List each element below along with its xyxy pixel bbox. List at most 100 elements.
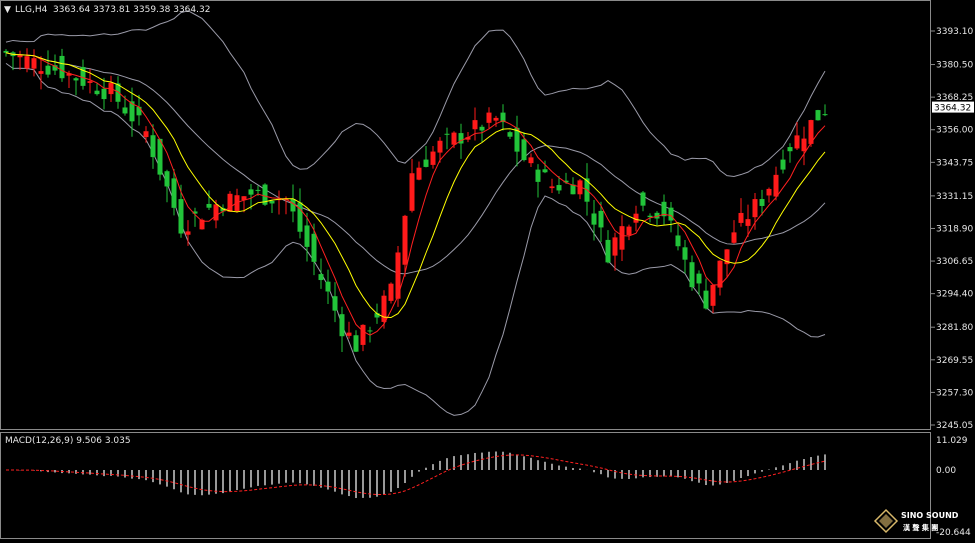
candle-body — [59, 55, 65, 79]
candle-body — [388, 283, 394, 301]
candle-body — [619, 226, 625, 250]
candle-body — [780, 159, 786, 170]
price-tick-label: 3269.55 — [936, 356, 973, 366]
candle-body — [794, 135, 800, 149]
watermark-cjk: 漢 聲 集 團 — [903, 523, 938, 532]
candle-body — [710, 284, 716, 306]
candle-body — [311, 233, 317, 262]
candle-body — [668, 207, 674, 221]
candles[interactable] — [3, 48, 828, 353]
candle-body — [157, 138, 163, 175]
candle-body — [38, 71, 44, 74]
price-axis: 3393.103380.503368.253356.003343.753331.… — [931, 27, 973, 431]
candle-body — [437, 140, 443, 153]
candle-body — [353, 335, 359, 352]
candle-body — [766, 188, 772, 196]
price-tick-label: 3245.05 — [936, 421, 973, 431]
collapse-arrow-icon[interactable]: ▼ — [4, 5, 11, 15]
candle-body — [591, 213, 597, 225]
candle-body — [94, 90, 100, 95]
candle-body — [479, 126, 485, 131]
candle-body — [815, 110, 821, 121]
candle-body — [626, 226, 632, 235]
price-tick-label: 3393.10 — [936, 27, 973, 37]
price-tick-label: 3318.90 — [936, 224, 973, 234]
macd-header: MACD(12,26,9) 9.506 3.035 — [5, 436, 131, 446]
candle-body — [801, 138, 807, 152]
symbol-timeframe: LLG,H4 — [15, 5, 48, 15]
candle-body — [164, 171, 170, 187]
candle-body — [381, 295, 387, 322]
candle-body — [122, 107, 128, 114]
candle-body — [444, 133, 450, 135]
macd-signal — [5, 454, 826, 496]
price-tick-label: 3257.30 — [936, 388, 973, 398]
candle-body — [521, 139, 527, 161]
candle-body — [150, 135, 156, 158]
ma-fast-line — [5, 52, 826, 336]
candle-body — [255, 189, 261, 191]
candle-body — [731, 232, 737, 243]
bollinger-lower — [5, 62, 826, 416]
candle-body — [318, 274, 324, 281]
candle-body — [507, 132, 513, 137]
candle-body — [528, 157, 534, 164]
macd-signal-line — [5, 454, 826, 496]
bollinger-upper — [5, 10, 826, 177]
price-tick-label: 3306.65 — [936, 257, 973, 267]
candle-body — [745, 219, 751, 226]
candle-body — [689, 262, 695, 288]
moving-averages — [5, 52, 826, 336]
price-tick-label: 3294.40 — [936, 290, 973, 300]
candle-body — [269, 200, 275, 204]
candle-body — [304, 225, 310, 247]
current-price-tag: 3364.32 — [932, 101, 974, 114]
candle-body — [185, 231, 191, 235]
candle-body — [325, 281, 331, 292]
macd-pane-frame — [0, 432, 931, 539]
candle-body — [416, 167, 422, 180]
ohlc-values: 3363.64 3373.81 3359.38 3364.32 — [53, 5, 210, 15]
candle-body — [206, 203, 212, 208]
candle-body — [346, 332, 352, 336]
candle-body — [101, 88, 107, 100]
candle-body — [549, 186, 555, 189]
price-tick-label: 3356.00 — [936, 126, 973, 136]
price-tick-label: 3281.80 — [936, 323, 973, 333]
candle-body — [696, 273, 702, 284]
macd-tick-label: -20.644 — [936, 528, 971, 538]
candle-body — [367, 330, 373, 332]
candle-body — [535, 169, 541, 182]
price-tick-label: 3343.75 — [936, 158, 973, 168]
candle-body — [17, 55, 23, 58]
candle-body — [542, 169, 548, 173]
candle-body — [759, 199, 765, 206]
candle-body — [31, 58, 37, 69]
candle-body — [752, 199, 758, 218]
candle-body — [171, 178, 177, 208]
candle-body — [248, 189, 254, 195]
price-tick-label: 3331.15 — [936, 192, 973, 202]
candle-body — [612, 237, 618, 256]
candle-body — [73, 78, 79, 81]
main-pane-frame — [0, 0, 931, 430]
candle-body — [213, 204, 219, 221]
candle-body — [451, 132, 457, 145]
price-tick-label: 3380.50 — [936, 61, 973, 71]
macd-histogram — [12, 451, 826, 499]
candle-body — [556, 185, 562, 191]
macd-tick-label: 11.029 — [936, 436, 968, 446]
candle-body — [87, 81, 93, 83]
candle-body — [332, 296, 338, 311]
chart-canvas[interactable]: ▼ LLG,H4 3363.64 3373.81 3359.38 3364.32… — [0, 0, 975, 543]
watermark-brand: SINO SOUND — [901, 511, 959, 520]
candle-body — [787, 147, 793, 152]
candle-body — [360, 324, 366, 345]
candle-body — [493, 117, 499, 121]
candle-body — [773, 174, 779, 197]
candle-body — [640, 192, 646, 206]
ma-slow-line — [5, 52, 826, 319]
svg-text:3364.32: 3364.32 — [934, 104, 971, 114]
candle-body — [423, 159, 429, 167]
candle-body — [178, 199, 184, 234]
